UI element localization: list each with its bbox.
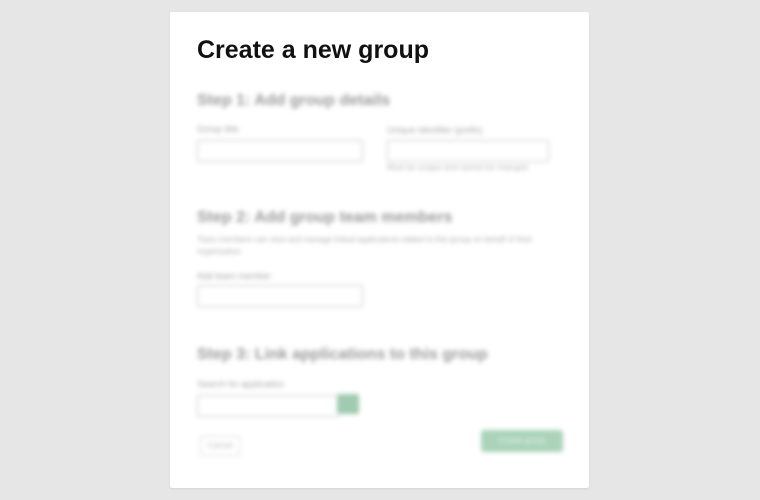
add-application-button[interactable] — [337, 394, 359, 414]
step2-heading: Step 2: Add group team members — [197, 209, 453, 226]
step3-heading: Step 3: Link applications to this group — [197, 346, 488, 363]
members-label: Add team member — [197, 271, 272, 281]
blurred-form: Step 1: Add group details Group title Un… — [170, 12, 589, 488]
create-group-dialog: Create a new group Step 1: Add group det… — [170, 12, 589, 488]
identifier-input[interactable] — [387, 140, 549, 162]
step2-description: Team members can view and manage linked … — [197, 235, 533, 256]
identifier-label: Unique identifier (prefix) — [387, 125, 483, 135]
apps-label: Search for application — [197, 379, 285, 389]
group-title-label: Group title — [197, 124, 239, 134]
create-group-button[interactable]: Create group — [481, 430, 563, 452]
apps-search-input[interactable] — [197, 395, 339, 417]
group-title-input[interactable] — [197, 140, 363, 162]
members-input[interactable] — [197, 285, 363, 307]
identifier-hint: Must be unique and cannot be changed — [387, 163, 528, 172]
cancel-button[interactable]: Cancel — [200, 436, 240, 456]
step1-heading: Step 1: Add group details — [197, 92, 391, 109]
